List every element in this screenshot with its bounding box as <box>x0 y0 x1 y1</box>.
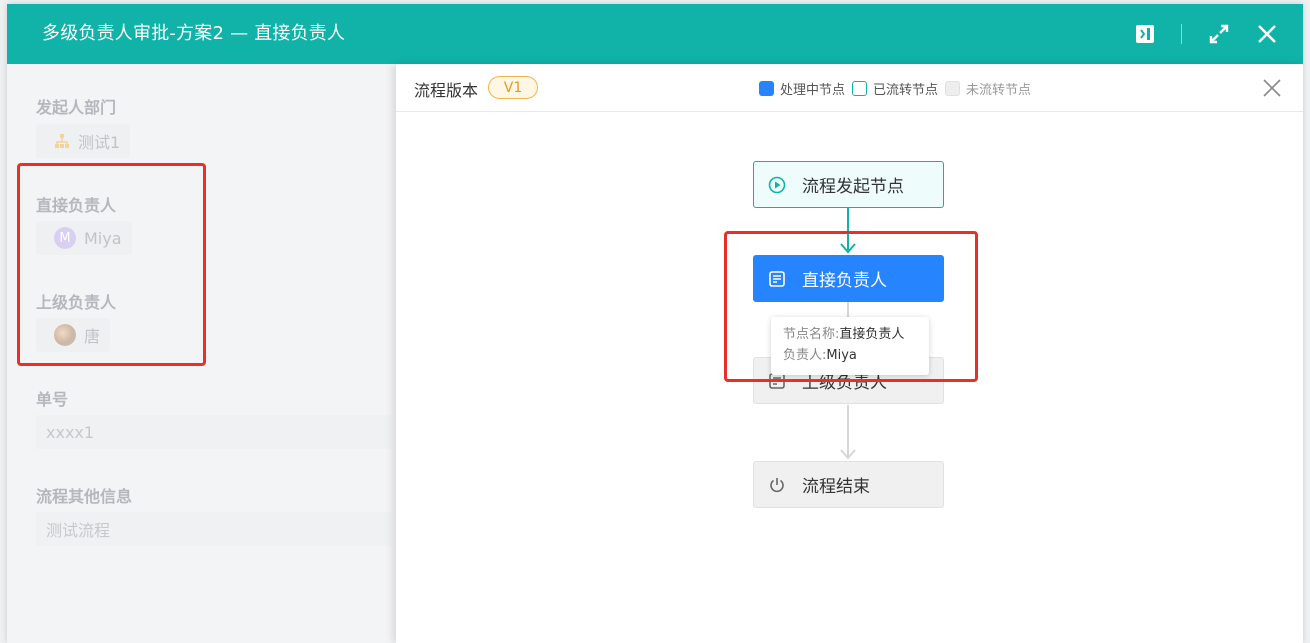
legend-done-text: 已流转节点 <box>873 83 939 98</box>
dept-name: 测试1 <box>78 133 121 152</box>
legend: 处理中节点 已流转节点 未流转节点 <box>759 79 1038 98</box>
close-icon[interactable] <box>1255 22 1279 46</box>
order-number-field[interactable]: xxxx1 <box>36 415 391 449</box>
flow-toolbar: 流程版本 V1 处理中节点 已流转节点 未流转节点 <box>396 64 1303 112</box>
legend-done: 已流转节点 <box>852 79 938 98</box>
org-tree-icon <box>55 134 69 148</box>
dept-value: 测试1 <box>36 124 131 158</box>
modal-header: 多级负责人审批-方案2 — 直接负责人 <box>7 4 1303 64</box>
flow-version-label: 流程版本 <box>414 81 479 100</box>
dept-chip: 测试1 <box>36 124 131 158</box>
legend-swatch-processing <box>759 81 774 96</box>
highlight-box <box>17 163 206 366</box>
flow-close-icon[interactable] <box>1262 78 1282 98</box>
arrowhead <box>840 449 856 460</box>
node-end-label: 流程结束 <box>802 477 870 497</box>
flow-panel: 流程版本 V1 处理中节点 已流转节点 未流转节点 流程发起节点 直接负责人 上… <box>396 64 1303 643</box>
legend-pending: 未流转节点 <box>945 79 1031 98</box>
panel-toggle-icon[interactable] <box>1133 22 1157 46</box>
modal-title: 多级负责人审批-方案2 — 直接负责人 <box>42 23 346 44</box>
approval-modal: 多级负责人审批-方案2 — 直接负责人 发起人部门 测试1 直接负责人 M Mi… <box>7 4 1303 643</box>
power-icon <box>770 477 784 492</box>
other-info-field[interactable]: 测试流程 <box>36 512 391 546</box>
form-label-dept: 发起人部门 <box>36 98 117 117</box>
header-divider <box>1181 24 1182 44</box>
legend-processing-text: 处理中节点 <box>780 83 846 98</box>
play-circle-icon <box>768 176 786 193</box>
version-badge[interactable]: V1 <box>488 76 538 99</box>
legend-swatch-done <box>852 81 868 96</box>
legend-pending-text: 未流转节点 <box>966 83 1032 98</box>
flow-highlight-box <box>724 231 978 382</box>
form-label-order: 单号 <box>36 390 69 409</box>
node-end[interactable]: 流程结束 <box>753 461 944 508</box>
node-start-label: 流程发起节点 <box>802 177 904 197</box>
form-label-other: 流程其他信息 <box>36 487 133 506</box>
legend-processing: 处理中节点 <box>759 79 845 98</box>
legend-swatch-pending <box>945 81 961 96</box>
expand-icon[interactable] <box>1207 22 1231 46</box>
node-start[interactable]: 流程发起节点 <box>753 161 944 208</box>
